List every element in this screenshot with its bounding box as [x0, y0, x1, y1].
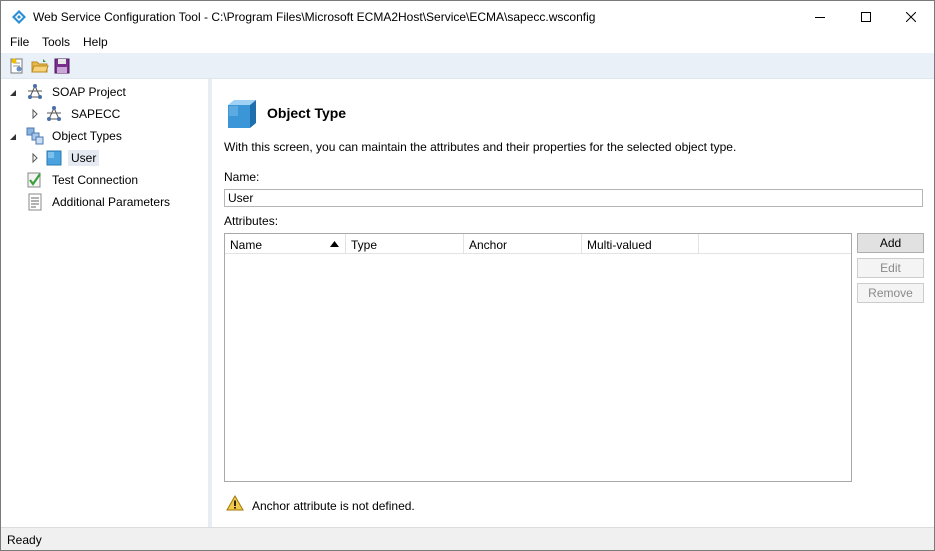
menu-file[interactable]: File [10, 35, 29, 49]
add-button[interactable]: Add [857, 233, 924, 253]
column-header-name[interactable]: Name [225, 234, 346, 254]
maximize-icon [861, 11, 871, 22]
collapse-arrow-icon[interactable] [8, 132, 18, 142]
title-bar: Web Service Configuration Tool - C:\Prog… [1, 1, 934, 32]
test-connection-icon [27, 172, 41, 188]
name-input[interactable] [224, 189, 923, 207]
expand-arrow-icon[interactable] [30, 109, 40, 119]
edit-button[interactable]: Edit [857, 258, 924, 278]
tree-node-test-connection[interactable]: Test Connection [26, 170, 141, 190]
warning-message: Anchor attribute is not defined. [252, 499, 415, 513]
menu-tools[interactable]: Tools [42, 35, 70, 49]
navigation-tree: SOAP Project SAPECC Object Types User Te… [1, 79, 208, 527]
status-text: Ready [7, 533, 42, 547]
attributes-label: Attributes: [224, 214, 279, 228]
tree-node-object-types[interactable]: Object Types [26, 126, 125, 146]
remove-button[interactable]: Remove [857, 283, 924, 303]
expand-arrow-icon[interactable] [30, 153, 40, 163]
panel-description: With this screen, you can maintain the a… [224, 140, 737, 154]
network-icon [47, 106, 61, 121]
page-title: Object Type [267, 105, 347, 121]
minimize-button[interactable] [797, 1, 843, 32]
app-logo-icon [12, 10, 26, 24]
network-icon [28, 84, 42, 99]
close-button[interactable] [888, 1, 934, 32]
new-project-icon[interactable] [8, 57, 26, 75]
toolbar [1, 53, 934, 79]
maximize-button[interactable] [843, 1, 889, 32]
column-header-type[interactable]: Type [346, 234, 464, 254]
grid-header: Name Type Anchor Multi-valued [225, 234, 851, 254]
column-header-anchor[interactable]: Anchor [464, 234, 582, 254]
sort-ascending-icon [330, 241, 339, 247]
status-bar: Ready [1, 527, 934, 550]
close-icon [906, 11, 916, 22]
menu-bar: File Tools Help [1, 32, 934, 53]
column-header-multi-valued[interactable]: Multi-valued [582, 234, 699, 254]
object-type-panel: Object Type With this screen, you can ma… [212, 79, 934, 527]
tree-node-sapecc[interactable]: SAPECC [45, 104, 123, 124]
column-name-label: Name [230, 238, 263, 252]
app-window: Web Service Configuration Tool - C:\Prog… [0, 0, 935, 551]
attributes-grid[interactable]: Name Type Anchor Multi-valued [224, 233, 852, 482]
save-icon[interactable] [53, 57, 71, 75]
minimize-icon [815, 16, 825, 18]
window-title: Web Service Configuration Tool - C:\Prog… [33, 10, 596, 24]
object-types-icon [26, 127, 44, 145]
tree-node-user[interactable]: User [45, 148, 100, 168]
cube-icon [46, 150, 62, 166]
collapse-arrow-icon[interactable] [8, 88, 18, 98]
column-anchor-label: Anchor [469, 238, 508, 252]
parameters-icon [28, 193, 42, 211]
menu-help[interactable]: Help [83, 35, 108, 49]
object-type-cube-icon [228, 100, 256, 128]
column-multi-valued-label: Multi-valued [587, 238, 652, 252]
tree-node-additional-parameters[interactable]: Additional Parameters [26, 192, 173, 212]
column-type-label: Type [351, 238, 378, 252]
open-folder-icon[interactable] [31, 57, 49, 75]
warning-icon [226, 495, 244, 511]
name-label: Name: [224, 170, 260, 184]
tree-node-soap-project[interactable]: SOAP Project [26, 82, 129, 102]
